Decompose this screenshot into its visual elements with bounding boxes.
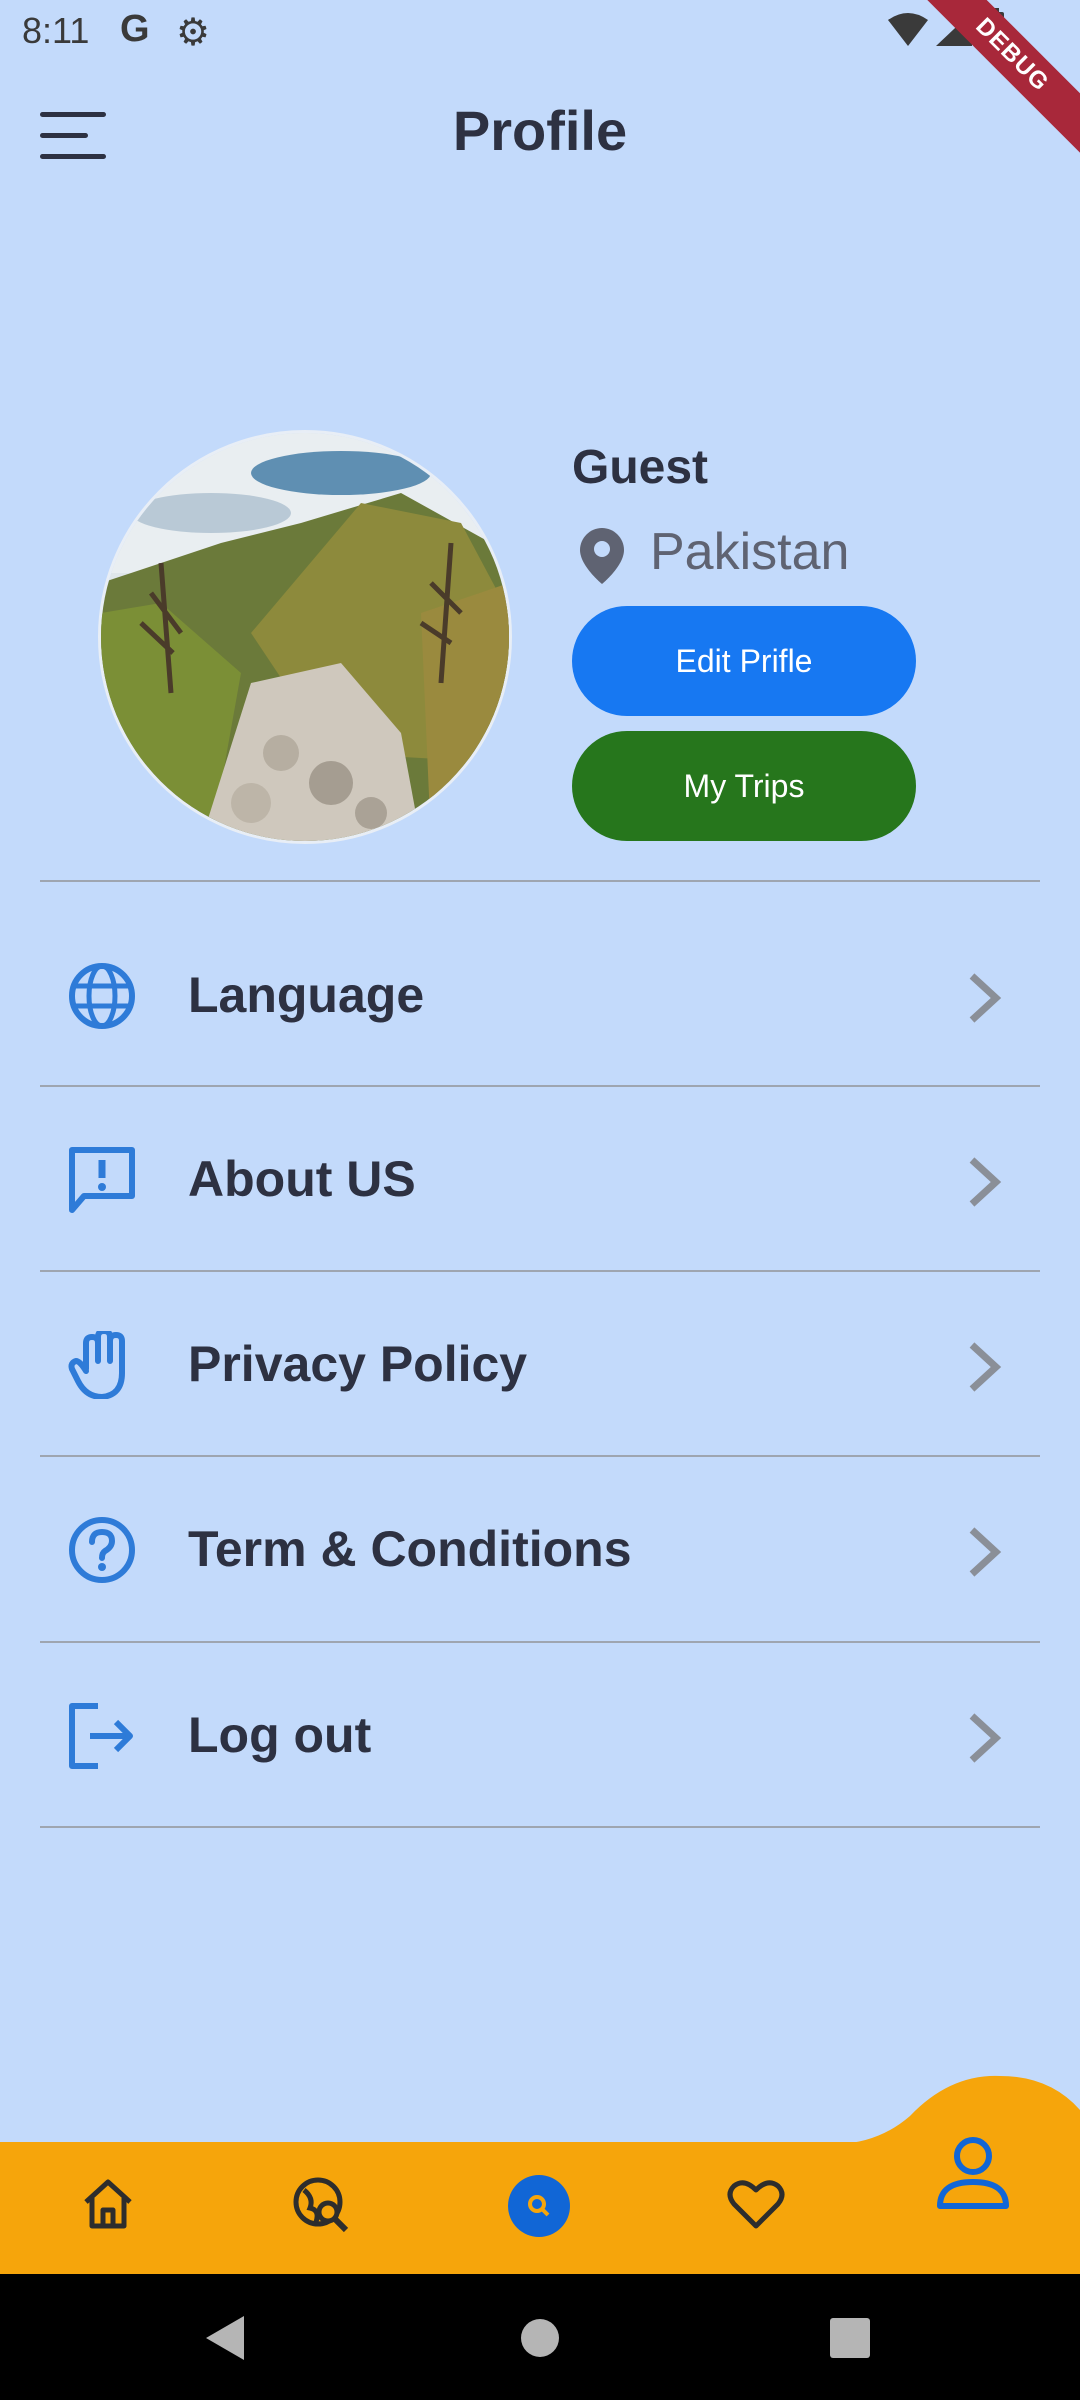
menu-item-label: Language [188, 967, 425, 1023]
divider [40, 880, 1040, 882]
divider [40, 1826, 1040, 1828]
menu-item-terms-conditions[interactable]: Term & Conditions [40, 1456, 1040, 1640]
status-time: 8:11 [22, 10, 90, 51]
search-icon[interactable] [507, 2174, 571, 2238]
home-icon[interactable] [78, 2174, 138, 2234]
landscape-image [101, 433, 509, 841]
heart-icon[interactable] [726, 2174, 786, 2234]
menu-item-label: About US [188, 1151, 416, 1207]
recents-icon[interactable] [830, 2318, 870, 2358]
settings-gear-icon: ⚙ [176, 12, 211, 54]
menu-item-privacy-policy[interactable]: Privacy Policy [40, 1271, 1040, 1455]
page-title: Profile [452, 99, 628, 162]
chevron-right-icon [969, 1157, 1002, 1207]
user-name: Guest [572, 441, 709, 494]
location-pin-icon [580, 528, 624, 584]
menu-item-label: Term & Conditions [188, 1521, 632, 1577]
menu-item-about-us[interactable]: About US [40, 1086, 1040, 1270]
chevron-right-icon [969, 1527, 1002, 1577]
google-icon: G [120, 8, 150, 50]
menu-item-language[interactable]: Language [40, 902, 1040, 1086]
home-circle-icon[interactable] [520, 2318, 560, 2358]
person-icon[interactable] [934, 2134, 1012, 2212]
chevron-right-icon [969, 1342, 1002, 1392]
chevron-right-icon [969, 1713, 1002, 1763]
wifi-icon [888, 13, 928, 46]
travel-explore-icon[interactable] [292, 2174, 352, 2234]
edit-profile-button[interactable]: Edit Prifle [572, 606, 916, 716]
menu-item-label: Privacy Policy [188, 1336, 528, 1392]
back-icon[interactable] [204, 2316, 246, 2360]
menu-item-log-out[interactable]: Log out [40, 1642, 1040, 1826]
hand-icon [68, 1331, 125, 1399]
globe-icon [69, 963, 135, 1029]
chevron-right-icon [969, 973, 1002, 1023]
my-trips-button[interactable]: My Trips [572, 731, 916, 841]
logout-icon [69, 1703, 133, 1769]
menu-item-label: Log out [188, 1707, 372, 1763]
user-location: Pakistan [650, 523, 850, 581]
profile-avatar[interactable] [98, 430, 512, 844]
feedback-icon [69, 1147, 135, 1213]
help-circle-icon [69, 1517, 135, 1583]
